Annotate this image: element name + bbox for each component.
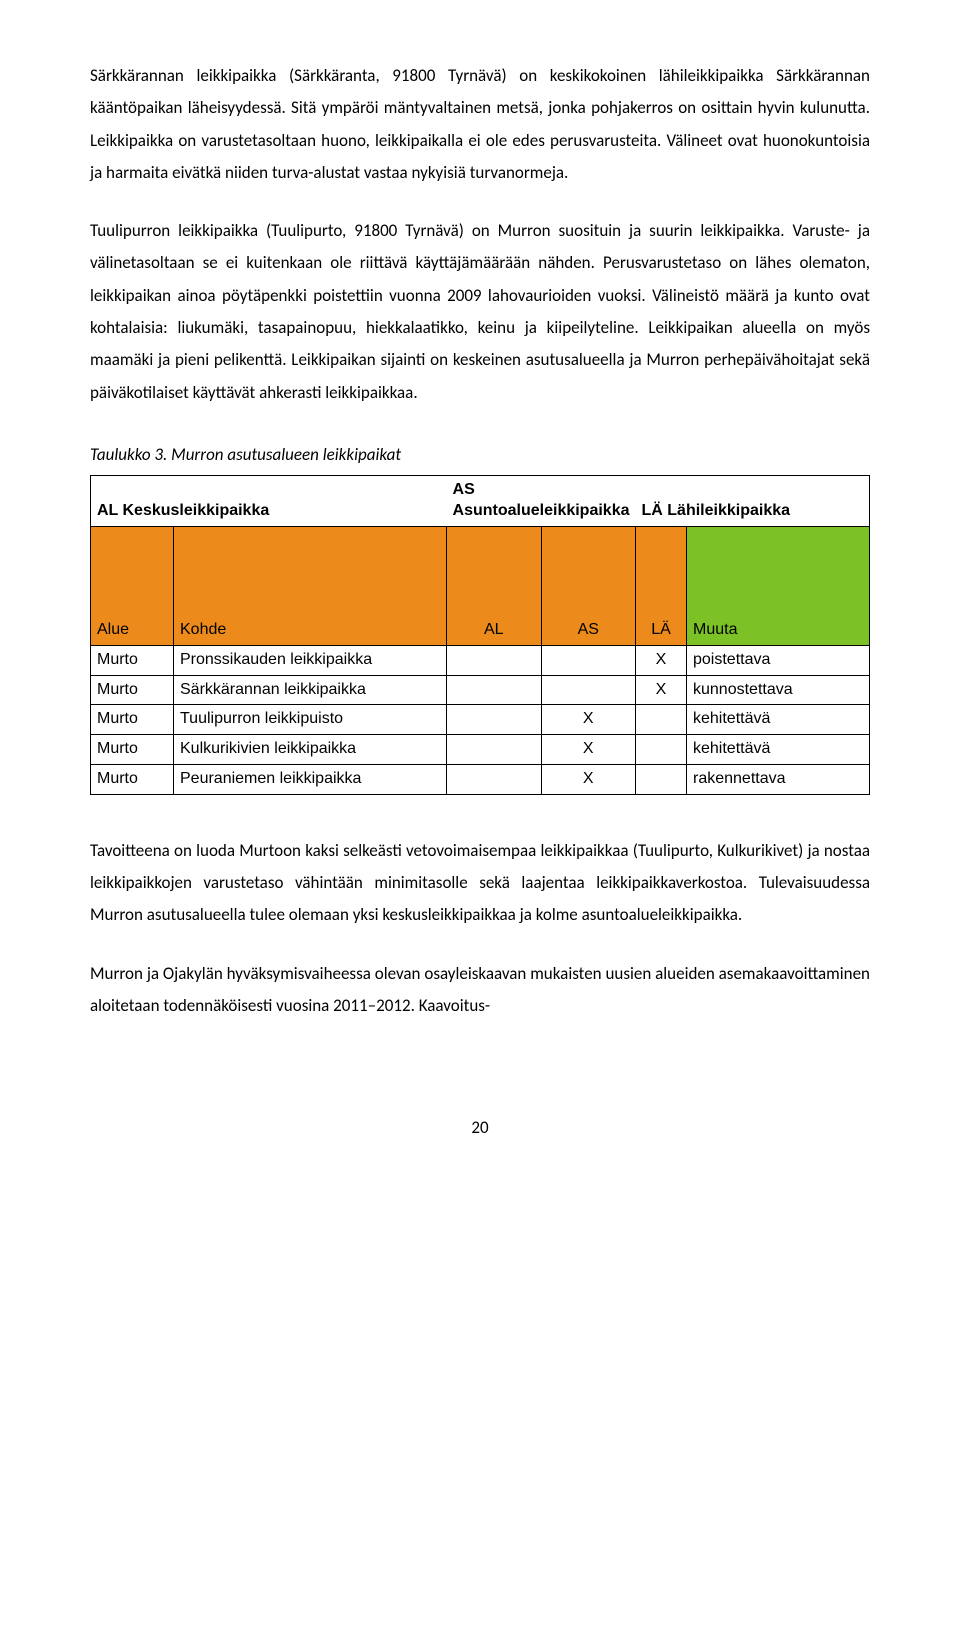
header-al: AL — [447, 526, 541, 645]
paragraph-2: Tuulipurron leikkipaikka (Tuulipurto, 91… — [90, 215, 870, 409]
page-number: 20 — [90, 1112, 870, 1144]
cell-kohde: Kulkurikivien leikkipaikka — [174, 735, 447, 765]
table-row: Murto Peuraniemen leikkipaikka X rakenne… — [91, 765, 870, 795]
paragraph-1: Särkkärannan leikkipaikka (Särkkäranta, … — [90, 60, 870, 189]
cell-kohde: Pronssikauden leikkipaikka — [174, 645, 447, 675]
playground-table: AL Keskusleikkipaikka AS Asuntoalueleikk… — [90, 475, 870, 795]
header-kohde: Kohde — [174, 526, 447, 645]
cell-la — [636, 765, 687, 795]
cell-as: X — [541, 705, 635, 735]
table-legend-row: AL Keskusleikkipaikka AS Asuntoalueleikk… — [91, 476, 870, 527]
cell-as — [541, 645, 635, 675]
cell-area: Murto — [91, 675, 174, 705]
cell-area: Murto — [91, 765, 174, 795]
header-la: LÄ — [636, 526, 687, 645]
paragraph-4: Murron ja Ojakylän hyväksymisvaiheessa o… — [90, 958, 870, 1023]
cell-area: Murto — [91, 705, 174, 735]
table-row: Murto Särkkärannan leikkipaikka X kunnos… — [91, 675, 870, 705]
cell-al — [447, 705, 541, 735]
cell-al — [447, 675, 541, 705]
table-row: Murto Tuulipurron leikkipuisto X kehitet… — [91, 705, 870, 735]
cell-muuta: kehitettävä — [687, 735, 870, 765]
legend-al: AL Keskusleikkipaikka — [91, 476, 447, 527]
cell-kohde: Tuulipurron leikkipuisto — [174, 705, 447, 735]
cell-la: X — [636, 645, 687, 675]
cell-area: Murto — [91, 645, 174, 675]
cell-la — [636, 735, 687, 765]
cell-kohde: Peuraniemen leikkipaikka — [174, 765, 447, 795]
cell-al — [447, 735, 541, 765]
cell-muuta: rakennettava — [687, 765, 870, 795]
paragraph-3: Tavoitteena on luoda Murtoon kaksi selke… — [90, 835, 870, 932]
cell-muuta: kunnostettava — [687, 675, 870, 705]
cell-area: Murto — [91, 735, 174, 765]
header-area: Alue — [91, 526, 174, 645]
table-row: Murto Pronssikauden leikkipaikka X poist… — [91, 645, 870, 675]
cell-as — [541, 675, 635, 705]
table-header-row: Alue Kohde AL AS LÄ Muuta — [91, 526, 870, 645]
table-row: Murto Kulkurikivien leikkipaikka X kehit… — [91, 735, 870, 765]
cell-kohde: Särkkärannan leikkipaikka — [174, 675, 447, 705]
cell-al — [447, 765, 541, 795]
cell-muuta: kehitettävä — [687, 705, 870, 735]
cell-la — [636, 705, 687, 735]
header-as: AS — [541, 526, 635, 645]
cell-as: X — [541, 765, 635, 795]
cell-as: X — [541, 735, 635, 765]
legend-as: AS Asuntoalueleikkipaikka — [447, 476, 636, 527]
cell-al — [447, 645, 541, 675]
table-caption: Taulukko 3. Murron asutusalueen leikkipa… — [90, 439, 870, 471]
cell-la: X — [636, 675, 687, 705]
legend-la: LÄ Lähileikkipaikka — [636, 476, 870, 527]
cell-muuta: poistettava — [687, 645, 870, 675]
header-muuta: Muuta — [687, 526, 870, 645]
